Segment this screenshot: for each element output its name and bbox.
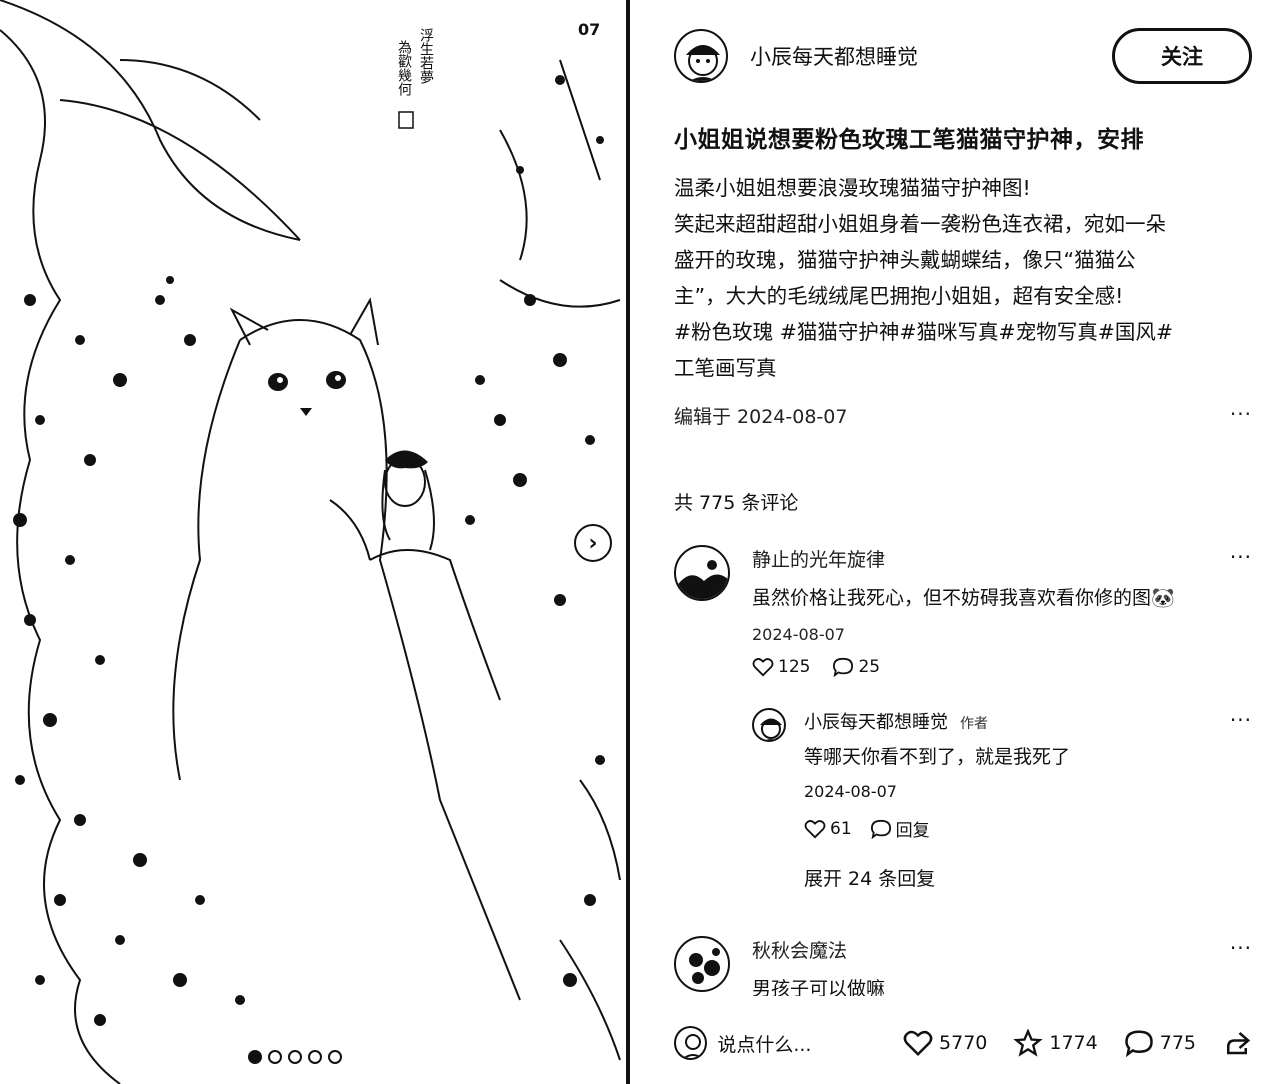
comment-username[interactable]: 静止的光年旋律 xyxy=(752,545,885,572)
author-tag: 作者 xyxy=(960,716,988,732)
heart-icon xyxy=(903,1030,933,1057)
next-image-button[interactable]: › xyxy=(574,524,612,562)
edit-date: 编辑于 2024-08-07 xyxy=(674,406,848,428)
chat-bubble-icon xyxy=(1124,1030,1153,1057)
avatar-icon xyxy=(760,718,782,740)
comment-like-button[interactable]: 125 xyxy=(752,657,810,677)
comment-date: 2024-08-07 xyxy=(752,625,845,644)
author-name[interactable]: 小辰每天都想睡觉 xyxy=(750,41,918,71)
caption-line-1: 浮生若夢 xyxy=(418,28,434,84)
comment-count: 共 775 条评论 xyxy=(674,492,799,514)
comment-text-content: 虽然价格让我死心，但不妨碍我喜欢看你修的图 xyxy=(752,587,1152,609)
reply-like-count: 61 xyxy=(830,818,852,839)
panda-emoji-icon: 🐼 xyxy=(1151,587,1175,609)
reply-actions: 61 回复 xyxy=(804,816,930,841)
chat-bubble-icon xyxy=(870,819,891,839)
post-image[interactable]: 浮生若夢 為歡幾何 07 › xyxy=(0,0,630,1084)
author-avatar[interactable] xyxy=(674,29,728,83)
reply-date: 2024-08-07 xyxy=(804,782,897,801)
reply-more-icon[interactable]: ··· xyxy=(1230,708,1252,732)
avatar-icon xyxy=(686,45,720,81)
post-hashtags[interactable]: 工笔画写真 xyxy=(674,350,1244,386)
avatar-icon xyxy=(676,560,728,599)
comment-item: 秋秋会魔法 ··· 男孩子可以做嘛 xyxy=(674,936,1252,996)
comment-more-icon[interactable]: ··· xyxy=(1230,545,1252,569)
comment-username[interactable]: 秋秋会魔法 xyxy=(752,936,847,963)
reply-like-button[interactable]: 61 xyxy=(804,819,852,839)
post-title: 小姐姐说想要粉色玫瑰工笔猫猫守护神，安排 xyxy=(674,127,1144,153)
edit-info-row: 编辑于 2024-08-07 ··· xyxy=(674,402,1252,429)
author-bar: 小辰每天都想睡觉 关注 xyxy=(674,28,1252,84)
post-more-icon[interactable]: ··· xyxy=(1230,402,1252,429)
reply-reply-button[interactable]: 回复 xyxy=(870,816,930,841)
image-counter: 07 xyxy=(578,20,601,39)
comments-count: 775 xyxy=(1159,1032,1196,1054)
reply-text: 等哪天你看不到了，就是我死了 xyxy=(804,746,1071,768)
comment-item: 静止的光年旋律 ··· 虽然价格让我死心，但不妨碍我喜欢看你修的图🐼 2024-… xyxy=(674,545,1252,695)
artwork-illustration: 浮生若夢 為歡幾何 xyxy=(0,0,626,1084)
avatar-icon xyxy=(682,1034,704,1058)
star-icon xyxy=(1013,1029,1044,1057)
image-pagination xyxy=(248,1050,342,1064)
comment-text: 男孩子可以做嘛 xyxy=(752,978,886,996)
comment-reply-button[interactable]: 25 xyxy=(832,657,880,677)
page-dot-4[interactable] xyxy=(308,1050,322,1064)
comment-like-count: 125 xyxy=(778,657,811,677)
post-detail-panel: 小辰每天都想睡觉 关注 小姐姐说想要粉色玫瑰工笔猫猫守护神，安排 温柔小姐姐想要… xyxy=(634,0,1280,1084)
avatar-icon xyxy=(689,948,720,984)
post-body-line: 温柔小姐姐想要浪漫玫瑰猫猫守护神图! xyxy=(674,176,1031,200)
like-count: 5770 xyxy=(939,1032,988,1054)
my-avatar xyxy=(674,1026,708,1060)
post-stats: 5770 1774 775 xyxy=(903,1028,1252,1058)
page-dot-1[interactable] xyxy=(248,1050,262,1064)
bottom-action-bar: 说点什么... 5770 1774 775 xyxy=(674,1022,1252,1064)
heart-icon xyxy=(804,819,826,838)
like-button[interactable]: 5770 xyxy=(903,1029,987,1057)
comment-actions: 125 25 xyxy=(752,657,880,677)
caption-line-2: 為歡幾何 xyxy=(396,40,412,96)
post-body-line: 主”，大大的毛绒绒尾巴拥抱小姐姐，超有安全感! xyxy=(674,284,1124,308)
page-dot-3[interactable] xyxy=(288,1050,302,1064)
comment-text: 虽然价格让我死心，但不妨碍我喜欢看你修的图🐼 xyxy=(752,583,1175,610)
commenter-avatar[interactable] xyxy=(674,545,730,601)
expand-replies-button[interactable]: 展开 24 条回复 xyxy=(804,864,935,891)
comment-input[interactable]: 说点什么... xyxy=(717,1030,903,1057)
post-body: 温柔小姐姐想要浪漫玫瑰猫猫守护神图! 笑起来超甜超甜小姐姐身着一袭粉色连衣裙，宛… xyxy=(674,170,1244,386)
reply-avatar[interactable] xyxy=(752,708,786,742)
heart-icon xyxy=(752,658,774,677)
post-body-line: 盛开的玫瑰，猫猫守护神头戴蝴蝶结，像只“猫猫公 xyxy=(674,248,1136,272)
reply-item: 小辰每天都想睡觉 作者 ··· 等哪天你看不到了，就是我死了 2024-08-07… xyxy=(752,708,1252,848)
share-button[interactable] xyxy=(1222,1028,1252,1058)
comment-more-icon[interactable]: ··· xyxy=(1230,936,1252,960)
page-dot-5[interactable] xyxy=(328,1050,342,1064)
post-hashtags[interactable]: #粉色玫瑰 #猫猫守护神#猫咪写真#宠物写真#国风# xyxy=(674,314,1244,350)
reply-username: 小辰每天都想睡觉 作者 xyxy=(804,708,988,734)
comment-reply-count: 25 xyxy=(858,657,881,677)
share-icon xyxy=(1227,1032,1251,1055)
reply-reply-label: 回复 xyxy=(895,821,930,841)
commenter-avatar[interactable] xyxy=(674,936,730,992)
comments-button[interactable]: 775 xyxy=(1124,1029,1196,1057)
favorite-count: 1774 xyxy=(1049,1032,1098,1054)
favorite-button[interactable]: 1774 xyxy=(1013,1029,1098,1057)
post-body-line: 笑起来超甜超甜小姐姐身着一袭粉色连衣裙，宛如一朵 xyxy=(674,212,1166,236)
page-dot-2[interactable] xyxy=(268,1050,282,1064)
reply-username-text[interactable]: 小辰每天都想睡觉 xyxy=(804,712,948,733)
follow-button[interactable]: 关注 xyxy=(1112,28,1252,84)
chat-bubble-icon xyxy=(833,657,854,677)
